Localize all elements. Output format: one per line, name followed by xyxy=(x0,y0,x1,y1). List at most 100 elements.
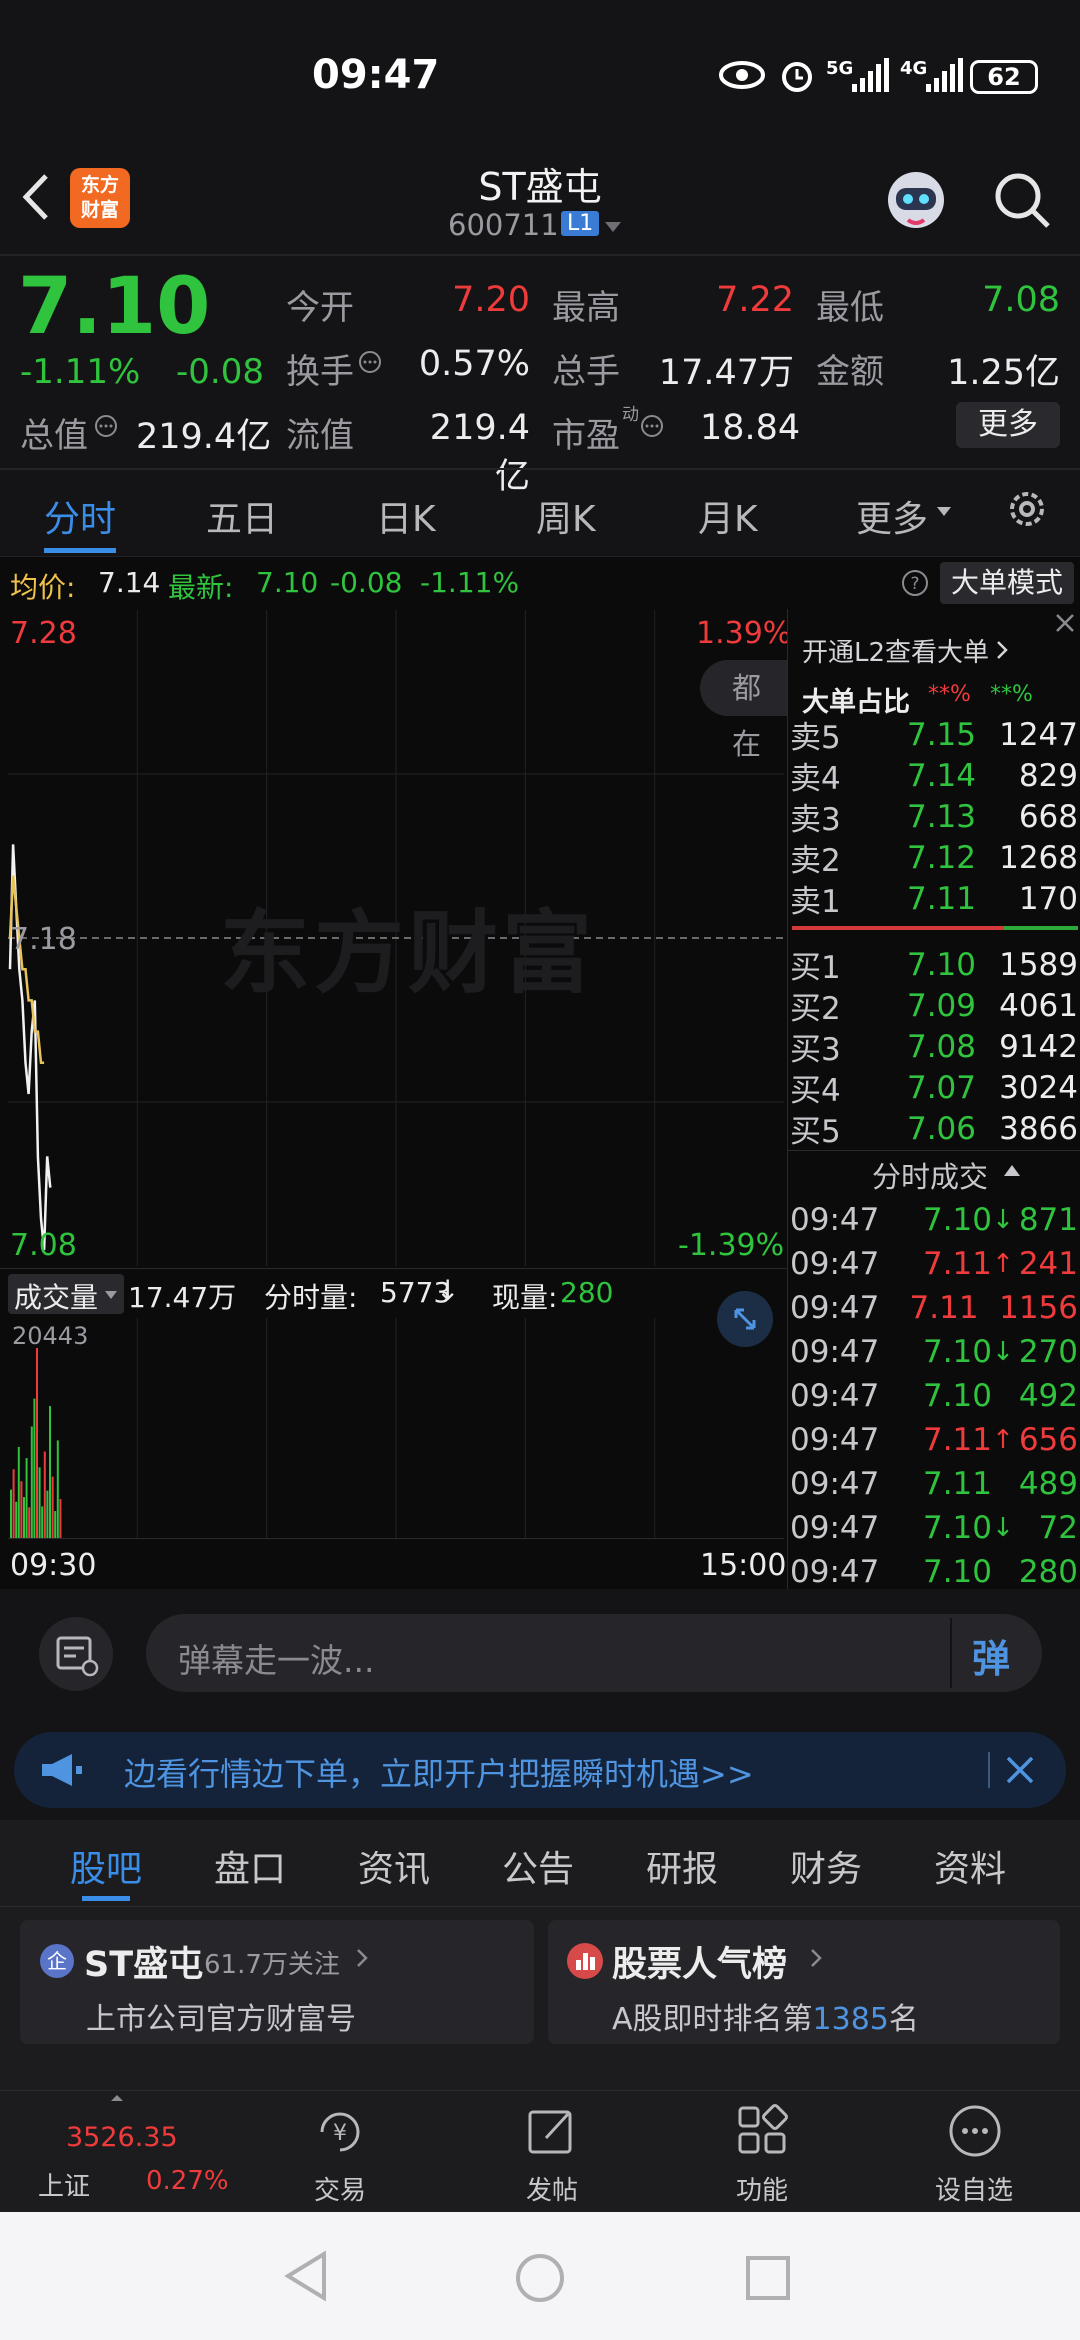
tab-announcements[interactable]: 公告 xyxy=(502,1840,574,1892)
chevron-down-icon[interactable] xyxy=(936,506,952,518)
open-label: 今开 xyxy=(286,288,354,328)
tab-intraday[interactable]: 分时 xyxy=(44,490,116,542)
big-order-mode-button[interactable]: 大单模式 xyxy=(940,562,1074,604)
volume-bar xyxy=(17,1446,20,1538)
ask-row-4[interactable]: 卖4 7.14 829 xyxy=(790,755,1078,798)
pe-superscript: 动 xyxy=(622,405,639,425)
volume-bar xyxy=(15,1501,18,1538)
expand-icon[interactable] xyxy=(716,1290,774,1348)
info-icon[interactable] xyxy=(640,414,664,438)
danmu-send-label: 弹 xyxy=(972,1637,1011,1681)
tab-daily-k[interactable]: 日K xyxy=(376,490,436,542)
danmu-settings-icon[interactable] xyxy=(38,1616,114,1692)
info-icon[interactable] xyxy=(94,414,118,438)
y-axis-mid-label: 7.18 xyxy=(10,922,77,957)
logo-line2: 财富 xyxy=(80,199,119,221)
latest-change: -0.08 xyxy=(330,566,403,599)
more-button[interactable]: 更多 xyxy=(956,402,1060,448)
level-badge[interactable]: L1 xyxy=(561,211,600,236)
settings-gear-icon[interactable] xyxy=(1004,486,1050,532)
volume-bar xyxy=(49,1406,51,1538)
tab-forum[interactable]: 股吧 xyxy=(70,1840,142,1892)
trade-row: 09:47 7.11 489 xyxy=(790,1462,1078,1506)
ask-row-5[interactable]: 卖5 7.15 1247 xyxy=(790,714,1078,757)
bid-row-5[interactable]: 买5 7.06 3866 xyxy=(790,1108,1078,1151)
bid-row-1[interactable]: 买1 7.10 1589 xyxy=(790,944,1078,987)
chevron-right-icon[interactable] xyxy=(810,1948,822,1968)
status-bar: 09:47 5G 4G 62 xyxy=(0,0,1080,150)
volume-chart[interactable] xyxy=(8,1318,784,1538)
search-icon[interactable] xyxy=(992,170,1052,230)
tab-more[interactable]: 更多 xyxy=(856,490,928,542)
ask-row-2[interactable]: 卖2 7.12 1268 xyxy=(790,837,1078,880)
tab-orderbook[interactable]: 盘口 xyxy=(214,1840,286,1892)
volume-bar xyxy=(10,1489,12,1538)
info-icon[interactable] xyxy=(358,350,382,374)
volume-bar xyxy=(43,1451,46,1538)
tab-monthly-k[interactable]: 月K xyxy=(698,490,758,542)
more-options-icon[interactable] xyxy=(948,2104,1002,2158)
tab-profile[interactable]: 资料 xyxy=(934,1840,1006,1892)
nav-functions[interactable]: 功能 xyxy=(702,2170,822,2207)
trade-time: 09:47 xyxy=(790,1554,880,1590)
close-icon[interactable] xyxy=(1004,1754,1036,1786)
volume-bar xyxy=(25,1458,28,1538)
bid-row-2[interactable]: 买2 7.09 4061 xyxy=(790,985,1078,1028)
close-icon[interactable] xyxy=(1052,610,1078,636)
live-discussion-tag[interactable]: 都在 xyxy=(700,660,787,761)
trade-price: 7.10 xyxy=(922,1510,992,1546)
index-value[interactable]: 3526.35 xyxy=(66,2122,178,2153)
post-edit-icon[interactable] xyxy=(526,2106,578,2158)
rank-suffix-text: 名 xyxy=(888,2002,919,2037)
tab-research[interactable]: 研报 xyxy=(646,1840,718,1892)
system-back-icon[interactable] xyxy=(282,2250,330,2302)
trade-yuan-icon[interactable]: ¥ xyxy=(312,2104,368,2160)
svg-text:¥: ¥ xyxy=(333,2121,347,2146)
y-axis-bottom-label: 7.08 xyxy=(10,1228,77,1263)
trade-volume: 492 xyxy=(1018,1378,1078,1414)
ratio-sell: **% xyxy=(928,682,971,707)
nav-add-watchlist[interactable]: 设自选 xyxy=(914,2170,1034,2207)
tab-five-day[interactable]: 五日 xyxy=(206,490,278,542)
chevron-down-icon[interactable] xyxy=(104,1290,118,1300)
ask-price: 7.13 xyxy=(906,798,976,835)
high-value: 7.22 xyxy=(716,280,794,320)
chevron-right-icon[interactable] xyxy=(356,1948,368,1968)
ask-row-1[interactable]: 卖1 7.11 170 xyxy=(790,878,1078,921)
pe-label: 市盈 xyxy=(552,416,620,456)
index-pct[interactable]: 0.27% xyxy=(146,2166,229,2196)
tab-news[interactable]: 资讯 xyxy=(358,1840,430,1892)
tab-finance[interactable]: 财务 xyxy=(790,1840,862,1892)
system-recents-icon[interactable] xyxy=(744,2254,792,2302)
trade-price: 7.11 xyxy=(922,1246,992,1282)
trade-price: 7.10 xyxy=(922,1554,992,1590)
low-label: 最低 xyxy=(816,288,884,328)
bid-row-4[interactable]: 买4 7.07 3024 xyxy=(790,1067,1078,1110)
help-icon[interactable]: ? xyxy=(900,568,930,598)
index-name[interactable]: 上证 xyxy=(38,2166,90,2203)
change-value: -0.08 xyxy=(176,352,264,392)
trades-title[interactable]: 分时成交 xyxy=(872,1154,988,1196)
nav-post[interactable]: 发帖 xyxy=(492,2170,612,2207)
chevron-right-icon[interactable] xyxy=(996,640,1008,660)
svg-text:?: ? xyxy=(910,574,919,594)
ask-label: 卖4 xyxy=(790,761,841,797)
app-logo[interactable]: 东方 财富 xyxy=(70,168,130,228)
robot-assistant-icon[interactable] xyxy=(878,160,954,236)
tab-weekly-k[interactable]: 周K xyxy=(536,490,596,542)
trade-volume: 656 xyxy=(1018,1422,1078,1458)
volume-bar xyxy=(12,1469,15,1538)
chevron-down-icon[interactable] xyxy=(603,220,623,234)
system-home-icon[interactable] xyxy=(514,2252,566,2304)
battery-indicator: 62 xyxy=(970,60,1038,94)
bid-row-3[interactable]: 买3 7.08 9142 xyxy=(790,1026,1078,1069)
pct-top-label: 1.39% xyxy=(696,616,792,651)
nav-trade[interactable]: 交易 xyxy=(280,2170,400,2207)
back-icon[interactable] xyxy=(18,172,54,222)
chevron-up-icon[interactable] xyxy=(1002,1162,1022,1178)
functions-grid-icon[interactable] xyxy=(736,2104,788,2156)
ask-row-3[interactable]: 卖3 7.13 668 xyxy=(790,796,1078,839)
mcap-value: 219.4亿 xyxy=(136,417,272,457)
l2-promo-link[interactable]: 开通L2查看大单 xyxy=(802,632,989,669)
divider xyxy=(0,1906,1080,1907)
